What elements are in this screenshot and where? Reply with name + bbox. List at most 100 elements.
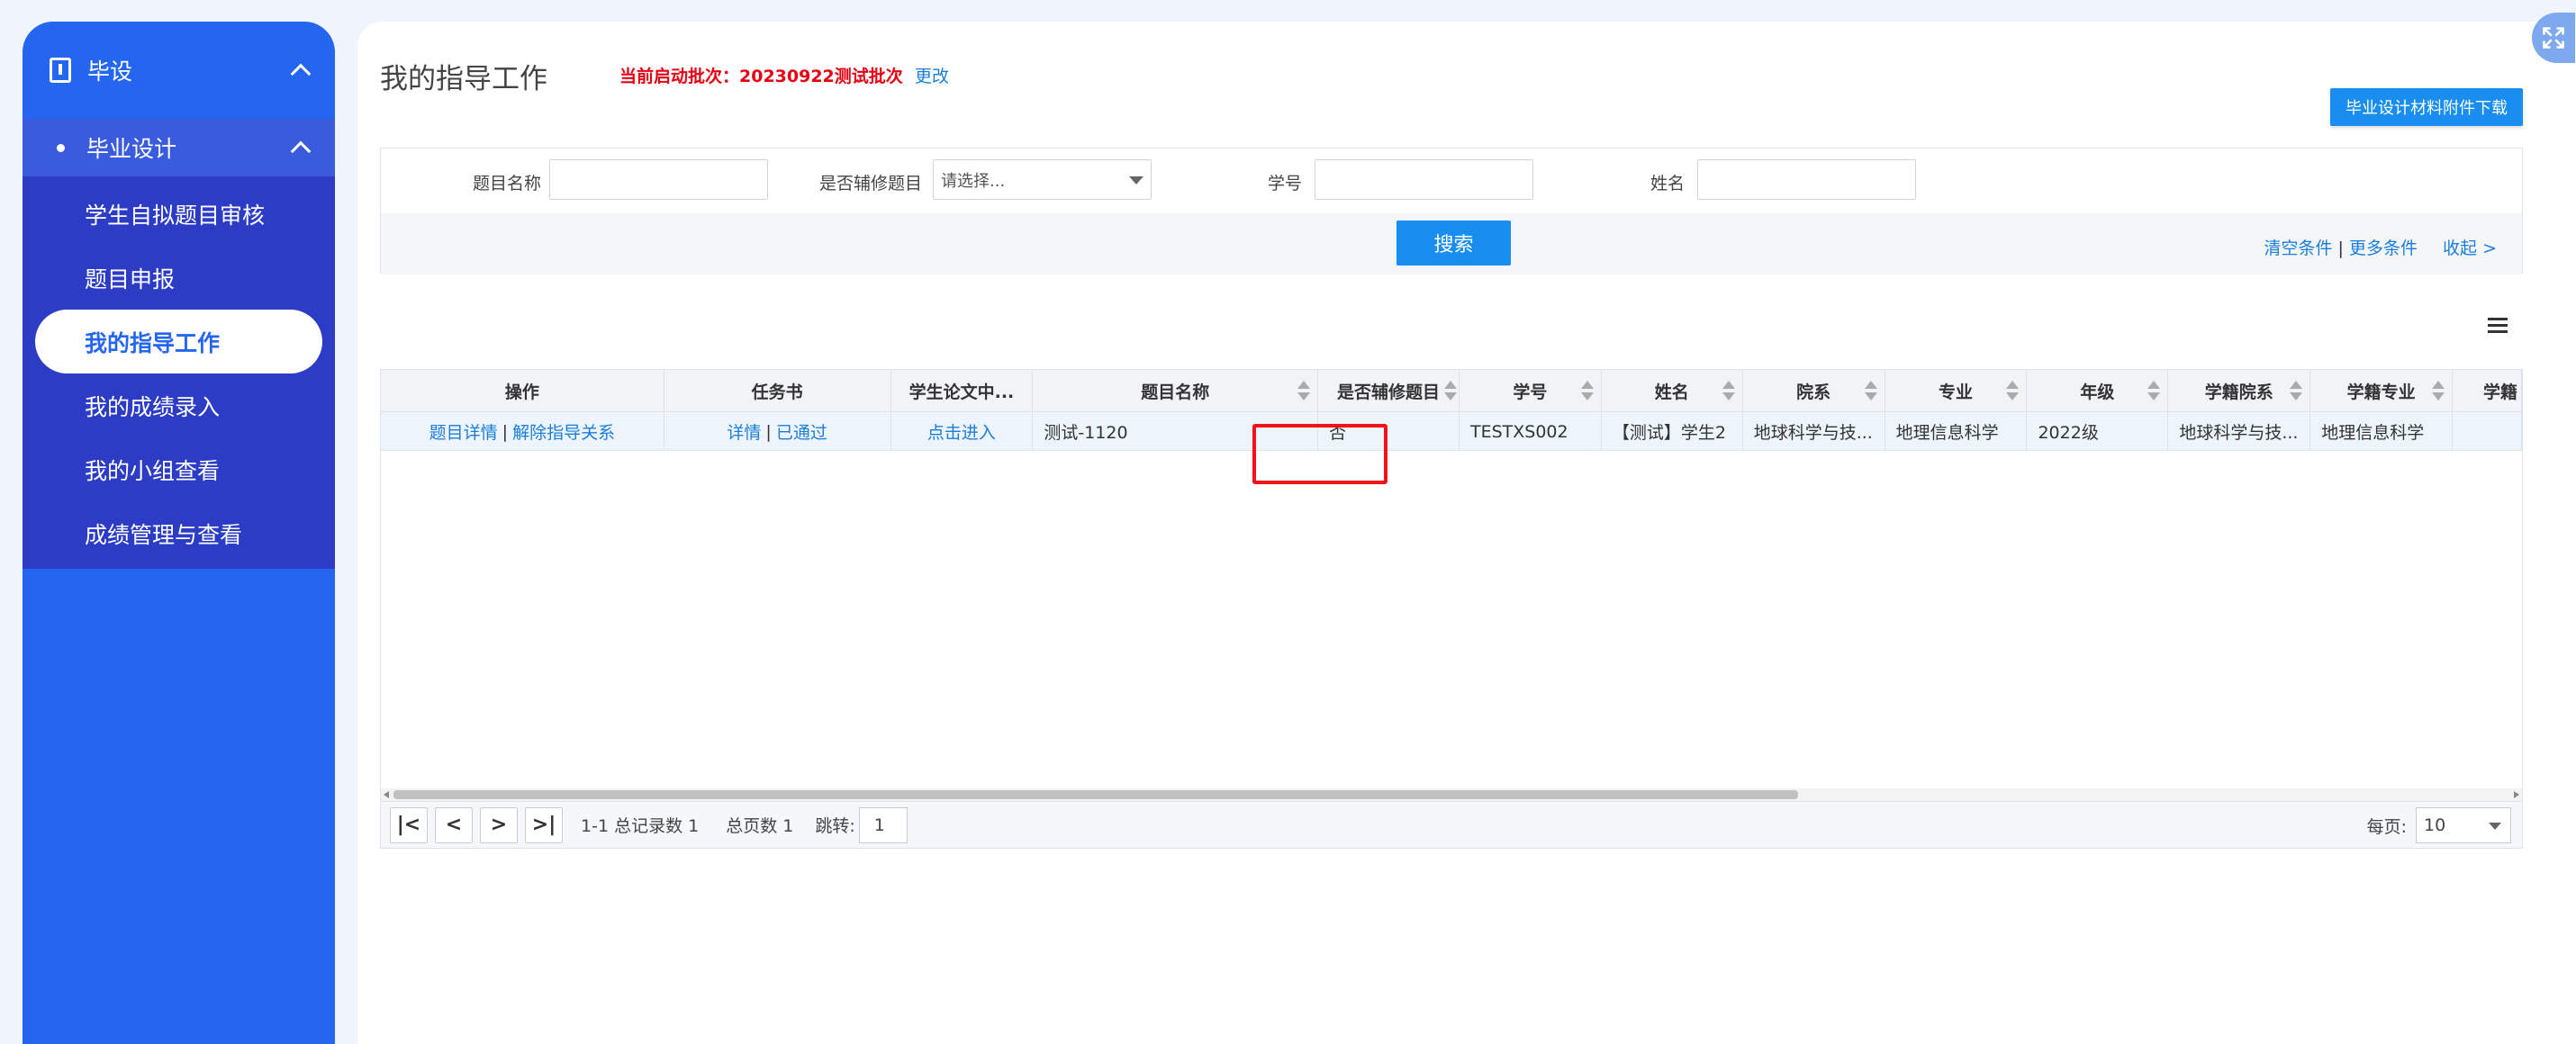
search-button[interactable]: 搜索 bbox=[1396, 220, 1511, 266]
sort-icon[interactable] bbox=[1580, 381, 1594, 402]
fullscreen-button[interactable] bbox=[2532, 13, 2575, 63]
jump-page-input[interactable]: 1 bbox=[858, 806, 908, 843]
column-header-label: 学籍院系 bbox=[2204, 382, 2273, 402]
sort-icon[interactable] bbox=[2006, 381, 2020, 402]
prev-page-button[interactable]: < bbox=[435, 806, 473, 843]
student-name-input[interactable] bbox=[1697, 159, 1916, 200]
jump-label: 跳转: bbox=[815, 816, 855, 836]
sort-icon[interactable] bbox=[1864, 381, 1877, 402]
pagination: |< < > >| 1-1 总记录数 1 总页数 1 跳转: 1 每页: 10 bbox=[381, 801, 2522, 848]
column-header-reg-extra: 学籍 bbox=[2453, 370, 2522, 412]
column-header-label: 学籍专业 bbox=[2346, 382, 2416, 402]
sidebar-item-my-guidance[interactable]: 我的指导工作 bbox=[35, 310, 322, 374]
task-detail-link[interactable]: 详情 bbox=[727, 419, 761, 444]
highlight-box bbox=[1252, 424, 1387, 484]
scrollbar-thumb[interactable] bbox=[393, 790, 1798, 799]
release-guidance-link[interactable]: 解除指导关系 bbox=[512, 419, 615, 444]
column-header-name[interactable]: 姓名 bbox=[1602, 370, 1743, 412]
record-range-text: 1-1 总记录数 1 bbox=[581, 816, 700, 836]
sidebar-item-grade-entry[interactable]: 我的成绩录入 bbox=[23, 374, 335, 437]
sidebar-item-my-group[interactable]: 我的小组查看 bbox=[23, 437, 335, 501]
per-page-label: 每页: bbox=[2366, 817, 2407, 837]
sort-icon[interactable] bbox=[1443, 381, 1457, 402]
student-id-label: 学号 bbox=[1268, 174, 1303, 194]
column-header-label: 题目名称 bbox=[1141, 382, 1210, 402]
column-header-actions: 操作 bbox=[381, 370, 664, 412]
sort-icon[interactable] bbox=[2290, 381, 2303, 402]
filter-actions: 搜索 清空条件 | 更多条件 收起 > bbox=[381, 213, 2522, 274]
task-status-link[interactable]: 已通过 bbox=[776, 419, 827, 444]
cell-task-book: 详情 | 已通过 bbox=[664, 412, 891, 451]
per-page-select[interactable]: 10 bbox=[2416, 807, 2511, 843]
column-header-grade[interactable]: 年级 bbox=[2027, 370, 2169, 412]
sidebar-section-label: 毕设 bbox=[87, 58, 133, 85]
column-header-label: 是否辅修题目 bbox=[1337, 382, 1441, 402]
sidebar-section-graduation[interactable]: 毕设 bbox=[23, 22, 335, 119]
column-header-label: 专业 bbox=[1939, 382, 1974, 402]
enter-thesis-link[interactable]: 点击进入 bbox=[927, 419, 996, 444]
sidebar: 毕设 毕业设计 学生自拟题目审核 题目申报 我的指导工作 我的成绩录入 我的小组… bbox=[23, 22, 335, 1044]
next-page-button[interactable]: > bbox=[480, 806, 518, 843]
scroll-right-icon[interactable] bbox=[2514, 791, 2519, 798]
separator: | bbox=[765, 421, 772, 442]
more-conditions-link[interactable]: 更多条件 bbox=[2349, 238, 2418, 258]
sidebar-item-grade-management[interactable]: 成绩管理与查看 bbox=[23, 501, 335, 565]
column-header-reg-major[interactable]: 学籍专业 bbox=[2310, 370, 2454, 412]
column-header-task-book: 任务书 bbox=[664, 370, 891, 412]
page-title: 我的指导工作 bbox=[380, 63, 547, 95]
sidebar-subsection-label: 毕业设计 bbox=[86, 136, 177, 162]
topic-detail-link[interactable]: 题目详情 bbox=[429, 419, 498, 444]
cell-reg-major: 地理信息科学 bbox=[2310, 412, 2454, 451]
separator: | bbox=[502, 421, 509, 442]
column-header-topic[interactable]: 题目名称 bbox=[1033, 370, 1319, 412]
column-header-student-id[interactable]: 学号 bbox=[1460, 370, 1602, 412]
cell-student-id: TESTXS002 bbox=[1460, 412, 1602, 451]
main-panel: 我的指导工作 当前启动批次：20230922测试批次 更改 毕业设计材料附件下载… bbox=[357, 22, 2576, 1044]
clear-conditions-link[interactable]: 清空条件 bbox=[2264, 238, 2332, 258]
column-header-label: 院系 bbox=[1796, 382, 1831, 402]
separator: | bbox=[2337, 238, 2344, 258]
current-batch-text: 当前启动批次：20230922测试批次 bbox=[619, 67, 903, 86]
column-header-major[interactable]: 专业 bbox=[1885, 370, 2028, 412]
topic-name-label: 题目名称 bbox=[473, 174, 542, 194]
cell-reg-extra bbox=[2453, 412, 2522, 451]
student-name-label: 姓名 bbox=[1650, 174, 1686, 194]
download-attachments-button[interactable]: 毕业设计材料附件下载 bbox=[2330, 88, 2523, 126]
data-table: 操作 任务书 学生论文中... 题目名称 是否辅修题目 学号 姓名 院系 专业 … bbox=[380, 369, 2523, 849]
expand-icon bbox=[2543, 27, 2564, 49]
filter-panel: 题目名称 是否辅修题目 请选择... 学号 姓名 搜索 清空条件 | 更多条件 … bbox=[380, 148, 2523, 274]
cell-name: 【测试】学生2 bbox=[1602, 412, 1743, 451]
sort-icon[interactable] bbox=[1722, 381, 1735, 402]
sidebar-item-topic-declaration[interactable]: 题目申报 bbox=[23, 246, 335, 310]
topic-name-input[interactable] bbox=[549, 159, 768, 200]
cell-thesis: 点击进入 bbox=[891, 412, 1034, 451]
document-icon bbox=[50, 58, 71, 83]
column-header-department[interactable]: 院系 bbox=[1743, 370, 1885, 412]
scroll-left-icon[interactable] bbox=[384, 791, 389, 798]
column-settings-icon[interactable] bbox=[2488, 318, 2508, 336]
dropdown-caret-icon bbox=[1129, 176, 1143, 184]
filter-links: 清空条件 | 更多条件 收起 > bbox=[2264, 235, 2497, 259]
sidebar-item-student-topic-review[interactable]: 学生自拟题目审核 bbox=[23, 182, 335, 246]
column-header-minor[interactable]: 是否辅修题目 bbox=[1318, 370, 1460, 412]
cell-major: 地理信息科学 bbox=[1885, 412, 2028, 451]
sort-icon[interactable] bbox=[1297, 381, 1311, 402]
cell-reg-department: 地球科学与技... bbox=[2168, 412, 2311, 451]
last-page-button[interactable]: >| bbox=[525, 806, 563, 843]
minor-topic-select[interactable]: 请选择... bbox=[933, 159, 1152, 200]
horizontal-scrollbar[interactable] bbox=[381, 788, 2522, 801]
first-page-button[interactable]: |< bbox=[390, 806, 428, 843]
sidebar-subsection-graduation-design[interactable]: 毕业设计 bbox=[23, 119, 335, 176]
column-header-label: 学号 bbox=[1513, 382, 1548, 402]
cell-grade: 2022级 bbox=[2027, 412, 2169, 451]
chevron-up-icon bbox=[290, 63, 312, 85]
cell-department: 地球科学与技... bbox=[1743, 412, 1885, 451]
table-row: 题目详情 | 解除指导关系 详情 | 已通过 点击进入 测试-1120 否 TE… bbox=[381, 412, 2522, 451]
column-header-reg-department[interactable]: 学籍院系 bbox=[2168, 370, 2311, 412]
student-id-input[interactable] bbox=[1315, 159, 1533, 200]
chevron-up-icon bbox=[290, 140, 312, 162]
sort-icon[interactable] bbox=[2147, 381, 2161, 402]
collapse-link[interactable]: 收起 > bbox=[2443, 238, 2497, 258]
change-batch-link[interactable]: 更改 bbox=[915, 63, 949, 87]
sort-icon[interactable] bbox=[2432, 381, 2445, 402]
